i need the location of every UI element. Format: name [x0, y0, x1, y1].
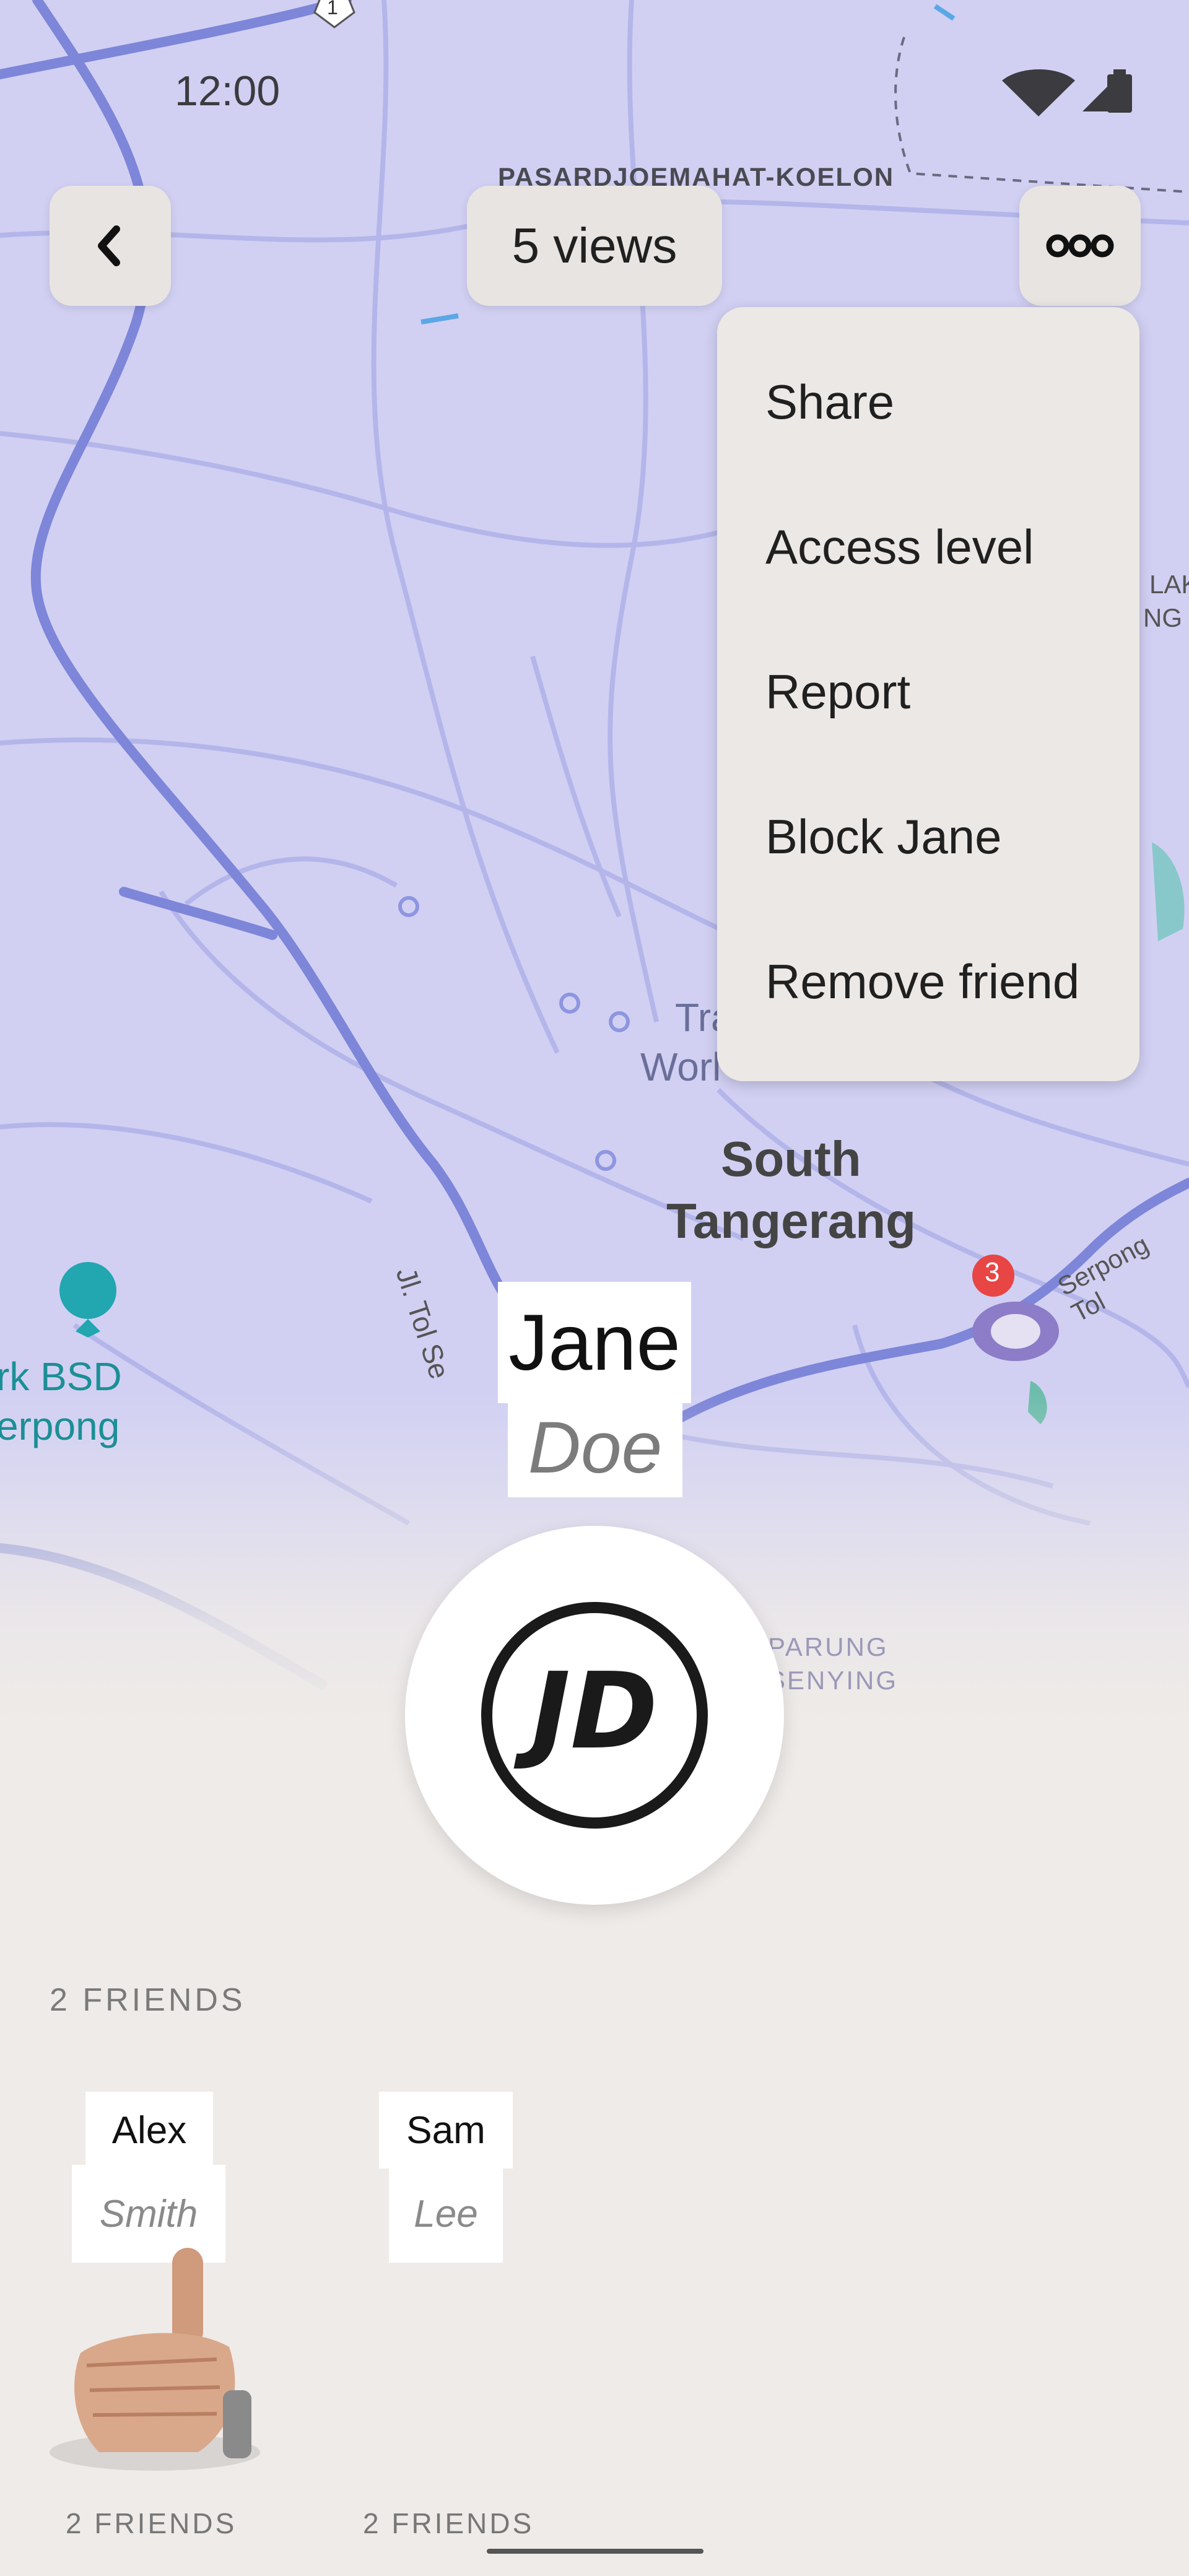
- status-time: 12:00: [175, 67, 281, 115]
- options-menu: Share Access level Report Block Jane Rem…: [717, 307, 1139, 1081]
- map-label-parung-line2: SENYING: [768, 1666, 899, 1695]
- map-label-park-line1: rk BSD: [0, 1354, 122, 1399]
- map-label-parung-line1: PARUNG: [768, 1632, 889, 1661]
- profile-last-name: Doe: [508, 1398, 682, 1497]
- road-shield-label: 1: [327, 0, 338, 19]
- views-button[interactable]: 5 views: [467, 186, 722, 306]
- friend-first-name-tag: Sam: [379, 2092, 513, 2169]
- friend-first-name-tag: Alex: [85, 2092, 213, 2169]
- map-marker-badge: 3: [985, 1257, 1000, 1287]
- menu-item-remove-friend[interactable]: Remove friend: [765, 954, 1079, 1010]
- back-button[interactable]: [50, 186, 171, 306]
- map-label-edge-lak: LAK: [1149, 570, 1189, 599]
- friend-first-name: Alex: [111, 2108, 187, 2152]
- avatar-monogram: JD: [481, 1602, 708, 1829]
- more-options-button[interactable]: [1019, 186, 1141, 306]
- battery-icon: [1107, 69, 1132, 113]
- wifi-icon: [1002, 69, 1075, 116]
- friend-count: 2 FRIENDS: [66, 2507, 237, 2539]
- chevron-left-icon: [98, 225, 120, 266]
- menu-item-share[interactable]: Share: [765, 374, 894, 430]
- map-label-edge-ng: NG: [1143, 603, 1182, 632]
- map-label-park-line2: erpong: [0, 1404, 120, 1448]
- avatar[interactable]: JD: [405, 1526, 784, 1905]
- friend-first-name: Sam: [406, 2108, 486, 2152]
- friend-count: 2 FRIENDS: [363, 2507, 534, 2539]
- avatar-initials: JD: [513, 1650, 658, 1773]
- menu-item-report[interactable]: Report: [765, 664, 910, 720]
- map-label-world: Worl: [640, 1045, 721, 1089]
- home-indicator[interactable]: [487, 2549, 703, 2554]
- menu-item-block[interactable]: Block Jane: [765, 809, 1002, 865]
- friends-section-title: 2 FRIENDS: [50, 1982, 246, 2018]
- more-horizontal-icon: [1046, 234, 1114, 258]
- profile-first-name: Jane: [498, 1282, 691, 1403]
- friend-last-name-tag: Lee: [389, 2165, 503, 2263]
- thumbs-up-photo: [50, 2248, 260, 2471]
- friend-last-name: Lee: [414, 2192, 478, 2235]
- map-label-city-line1: South: [721, 1131, 861, 1186]
- menu-item-access-level[interactable]: Access level: [765, 519, 1034, 575]
- map-label-city-line2: Tangerang: [666, 1193, 917, 1248]
